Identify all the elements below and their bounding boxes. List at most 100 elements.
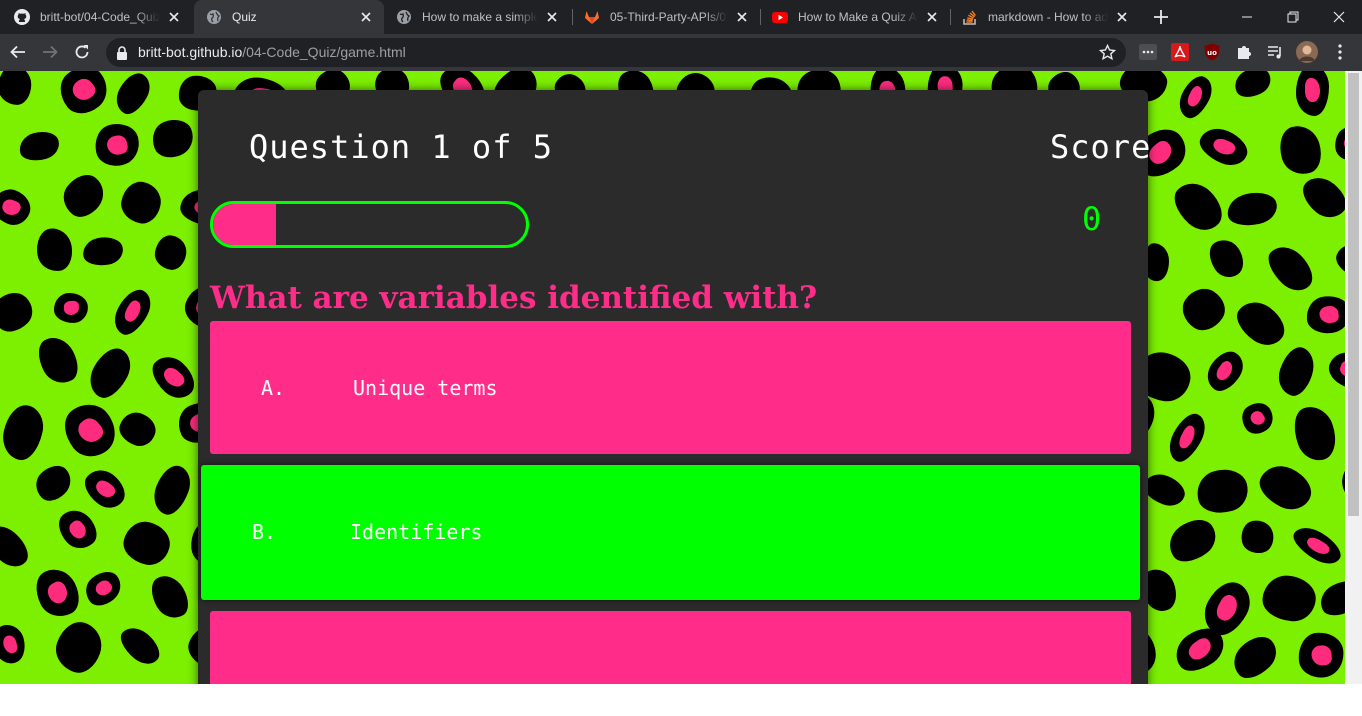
close-window-icon[interactable]: [1316, 0, 1362, 34]
leopard-spot: [110, 71, 156, 120]
url-text: britt-bot.github.io/04-Code_Quiz/game.ht…: [138, 38, 406, 67]
reload-icon[interactable]: [70, 40, 94, 64]
leopard-spot: [1194, 122, 1253, 171]
tab-title: How to make a simple JavaScript quiz: [422, 10, 538, 24]
choice-c[interactable]: [210, 611, 1131, 684]
leopard-spot: [51, 502, 104, 556]
tab-gitlab[interactable]: 05-Third-Party-APIs/02-Homework: [572, 0, 760, 34]
leopard-spot: [1200, 345, 1250, 398]
score-value: 0: [1082, 200, 1102, 238]
leopard-spot: [1166, 174, 1232, 239]
leopard-spot: [120, 517, 175, 569]
restore-icon[interactable]: [1270, 0, 1316, 34]
choice-text: Identifiers: [350, 520, 483, 544]
leopard-spot: [82, 342, 138, 405]
leopard-spot: [79, 564, 128, 612]
tab-github[interactable]: britt-bot/04-Code_Quiz: [2, 0, 192, 34]
tab-title: britt-bot/04-Code_Quiz: [40, 10, 160, 24]
leopard-spot: [145, 349, 202, 406]
leopard-spot: [148, 461, 196, 520]
close-tab-icon[interactable]: [358, 9, 374, 25]
leopard-spot: [1163, 408, 1212, 467]
choice-a[interactable]: A. Unique terms: [210, 321, 1131, 454]
choice-b[interactable]: B. Identifiers: [201, 465, 1140, 600]
leopard-spot: [117, 178, 165, 226]
question-counter: Question 1 of 5: [249, 128, 553, 166]
leopard-spot: [152, 233, 189, 272]
leopard-spot: [144, 569, 196, 625]
leopard-spot: [28, 561, 87, 624]
minimize-icon[interactable]: [1224, 0, 1270, 34]
leopard-spot: [0, 284, 40, 339]
question-text: What are variables identified with?: [210, 280, 818, 316]
globe-icon: [396, 9, 412, 25]
leopard-spot: [1296, 631, 1346, 680]
address-bar[interactable]: britt-bot.github.io/04-Code_Quiz/game.ht…: [106, 38, 1126, 67]
leopard-spot: [34, 226, 75, 274]
leopard-spot: [29, 459, 78, 507]
tab-title: How to Make a Quiz App: [798, 10, 918, 24]
url-host: britt-bot.github.io: [138, 44, 243, 60]
scrollbar-thumb[interactable]: [1348, 73, 1359, 516]
leopard-spot: [0, 401, 48, 464]
leopard-spot: [1274, 121, 1327, 180]
close-tab-icon[interactable]: [734, 9, 750, 25]
close-tab-icon[interactable]: [544, 9, 560, 25]
leopard-spot: [15, 127, 62, 165]
leopard-spot: [1260, 238, 1320, 298]
url-path: /04-Code_Quiz/game.html: [242, 44, 406, 60]
leopard-spot: [0, 184, 36, 230]
pdf-extension-icon[interactable]: [1170, 42, 1190, 62]
close-tab-icon[interactable]: [1114, 9, 1130, 25]
profile-avatar[interactable]: [1296, 41, 1318, 63]
ublock-origin-icon[interactable]: uo: [1202, 42, 1222, 62]
tab-quiz[interactable]: Quiz: [194, 0, 384, 34]
new-tab-icon[interactable]: [1150, 6, 1172, 28]
choice-text: Unique terms: [353, 376, 498, 400]
leopard-spot: [1273, 342, 1319, 399]
forward-icon[interactable]: [38, 40, 62, 64]
back-icon[interactable]: [6, 40, 30, 64]
close-tab-icon[interactable]: [924, 9, 940, 25]
leopard-spot: [0, 518, 36, 574]
browser-toolbar: britt-bot.github.io/04-Code_Quiz/game.ht…: [0, 34, 1362, 71]
leopard-spot: [146, 113, 199, 164]
close-tab-icon[interactable]: [166, 9, 182, 25]
choice-prefix: B.: [252, 520, 277, 544]
tab-youtube[interactable]: How to Make a Quiz App: [760, 0, 950, 34]
page-viewport: Question 1 of 5 Score 0 What are variabl…: [0, 71, 1362, 684]
tab-simple-quiz[interactable]: How to make a simple JavaScript quiz: [384, 0, 570, 34]
leopard-spot: [1162, 511, 1224, 570]
media-queue-icon[interactable]: [1265, 42, 1285, 62]
leopard-spot: [1229, 71, 1276, 103]
leopard-spot: [91, 119, 144, 170]
extensions-puzzle-icon[interactable]: [1234, 42, 1254, 62]
leopard-spot: [1235, 396, 1279, 440]
menu-kebab-icon[interactable]: [1330, 42, 1350, 62]
leopard-spot: [50, 71, 116, 123]
leopard-spot: [0, 621, 30, 667]
bookmark-star-icon[interactable]: [1098, 43, 1117, 65]
leopard-spot: [115, 408, 160, 451]
tab-title: Quiz: [232, 10, 257, 24]
score-label: Score: [1050, 128, 1152, 166]
browser-tab-strip: britt-bot/04-Code_Quiz Quiz How to make …: [0, 0, 1362, 34]
leopard-spot: [1253, 458, 1319, 517]
leopard-spot: [1287, 400, 1343, 466]
tab-title: markdown - How to add images: [988, 10, 1108, 24]
quiz-container: Question 1 of 5 Score 0 What are variabl…: [198, 90, 1152, 684]
gitlab-icon: [584, 9, 600, 25]
leopard-spot: [1223, 187, 1280, 230]
leopard-spot: [77, 463, 132, 515]
extension-dots-icon[interactable]: [1138, 42, 1158, 62]
leopard-spot: [54, 395, 125, 467]
leopard-spot: [50, 616, 109, 678]
tab-stackoverflow[interactable]: markdown - How to add images: [950, 0, 1140, 34]
leopard-spot: [80, 234, 125, 268]
stackoverflow-icon: [962, 9, 978, 25]
lock-icon: [116, 45, 128, 64]
leopard-spot: [1261, 574, 1318, 624]
page-scrollbar[interactable]: [1345, 71, 1362, 684]
leopard-spot: [1202, 233, 1250, 284]
leopard-spot: [55, 167, 112, 224]
